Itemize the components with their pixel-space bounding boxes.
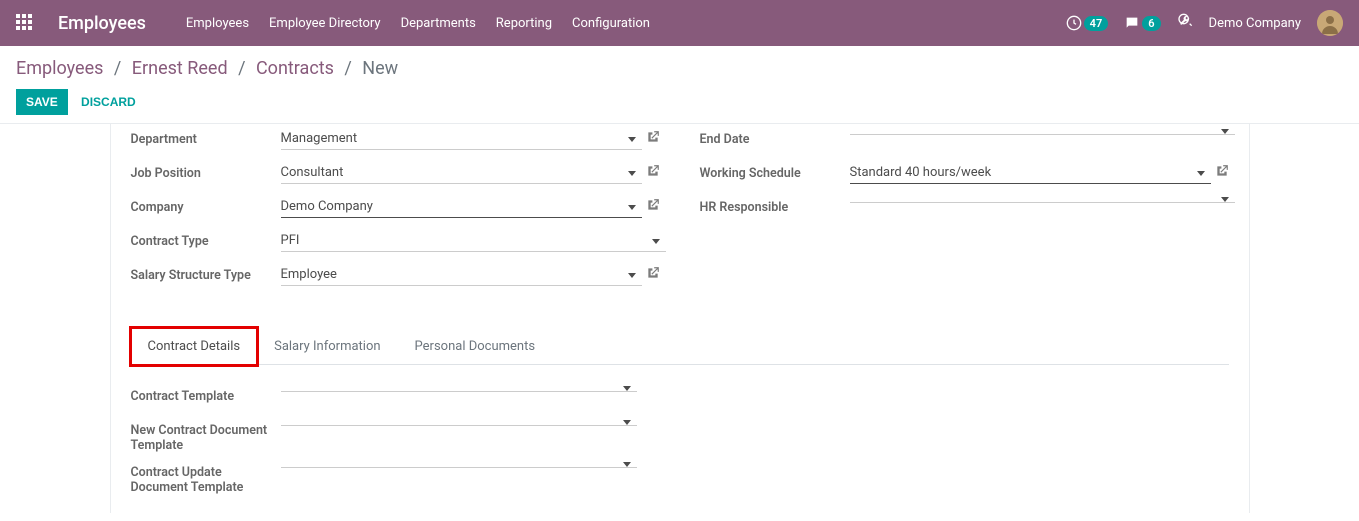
field-label: HR Responsible [700, 196, 850, 215]
discard-button[interactable]: DISCARD [81, 95, 136, 109]
field-label: Contract Update Document Template [131, 461, 281, 495]
field-left-4: Salary Structure TypeEmployee [131, 264, 660, 290]
external-link-icon[interactable] [646, 198, 660, 216]
field-left-3: Contract TypePFI [131, 230, 660, 256]
avatar[interactable] [1317, 10, 1343, 36]
breadcrumb-ernest-reed[interactable]: Ernest Reed [132, 58, 228, 79]
field-label: Contract Template [131, 385, 281, 404]
field-input[interactable] [281, 419, 637, 426]
field-label: Department [131, 128, 281, 147]
save-button[interactable]: SAVE [16, 89, 68, 115]
apps-icon[interactable] [16, 14, 34, 32]
messaging-icon[interactable]: 6 [1124, 15, 1160, 31]
menu-reporting[interactable]: Reporting [496, 16, 552, 31]
company-switcher[interactable]: Demo Company [1209, 16, 1301, 31]
field-input[interactable] [850, 196, 1235, 203]
external-link-icon[interactable] [646, 130, 660, 148]
menu-departments[interactable]: Departments [401, 16, 476, 31]
field-label: Working Schedule [700, 162, 850, 181]
form-sheet: DepartmentManagementJob PositionConsulta… [110, 124, 1250, 513]
debug-icon[interactable] [1177, 13, 1193, 33]
tab-contract-details[interactable]: Contract Details [131, 328, 258, 365]
field-detail-2: Contract Update Document Template [131, 461, 631, 495]
field-input[interactable] [850, 128, 1235, 135]
external-link-icon[interactable] [646, 164, 660, 182]
field-left-1: Job PositionConsultant [131, 162, 660, 188]
field-label: Contract Type [131, 230, 281, 249]
field-input[interactable]: Standard 40 hours/week [850, 162, 1211, 184]
message-badge: 6 [1142, 16, 1160, 31]
breadcrumb-current: New [362, 58, 398, 79]
breadcrumb: Employees / Ernest Reed / Contracts / Ne… [16, 58, 1343, 79]
field-input[interactable]: Management [281, 128, 642, 150]
field-label: Salary Structure Type [131, 264, 281, 283]
field-label: Job Position [131, 162, 281, 181]
menu-employees[interactable]: Employees [186, 16, 249, 31]
menu-employee-directory[interactable]: Employee Directory [269, 16, 381, 31]
field-input[interactable] [281, 385, 637, 392]
brand: Employees [58, 13, 146, 34]
control-bar: Employees / Ernest Reed / Contracts / Ne… [0, 46, 1359, 124]
field-left-2: CompanyDemo Company [131, 196, 660, 222]
field-right-2: HR Responsible [700, 196, 1229, 222]
tab-personal-documents[interactable]: Personal Documents [398, 328, 553, 365]
field-input[interactable] [281, 461, 637, 468]
navbar: Employees Employees Employee Directory D… [0, 0, 1359, 46]
field-input[interactable]: Consultant [281, 162, 642, 184]
field-input[interactable]: Employee [281, 264, 642, 286]
menu-configuration[interactable]: Configuration [572, 16, 650, 31]
tab-contract-details-panel: Contract Template New Contract Document T… [131, 365, 1229, 513]
external-link-icon[interactable] [646, 266, 660, 284]
field-input[interactable]: PFI [281, 230, 666, 252]
field-detail-1: New Contract Document Template [131, 419, 631, 453]
external-link-icon[interactable] [1215, 164, 1229, 182]
breadcrumb-employees[interactable]: Employees [16, 58, 103, 79]
field-detail-0: Contract Template [131, 385, 631, 411]
tabs: Contract DetailsSalary InformationPerson… [131, 328, 1229, 365]
activity-badge: 47 [1084, 16, 1109, 31]
field-right-1: Working ScheduleStandard 40 hours/week [700, 162, 1229, 188]
field-left-0: DepartmentManagement [131, 128, 660, 154]
field-right-0: End Date [700, 128, 1229, 154]
field-label: New Contract Document Template [131, 419, 281, 453]
field-label: End Date [700, 128, 850, 147]
field-label: Company [131, 196, 281, 215]
breadcrumb-contracts[interactable]: Contracts [256, 58, 334, 79]
field-input[interactable]: Demo Company [281, 196, 642, 218]
main-menu: Employees Employee Directory Departments… [186, 16, 650, 31]
activity-icon[interactable]: 47 [1066, 15, 1109, 31]
tab-salary-information[interactable]: Salary Information [257, 328, 397, 365]
